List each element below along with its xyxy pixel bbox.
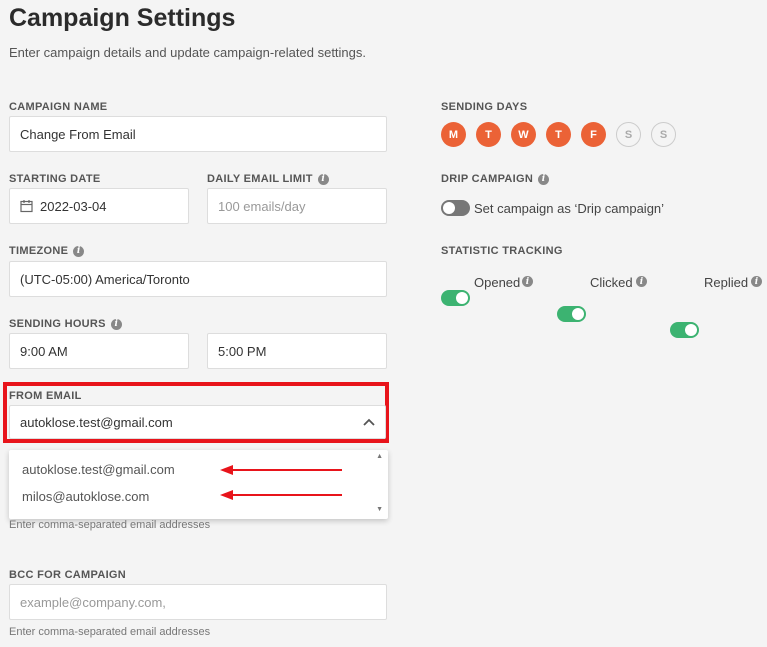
info-icon[interactable]: i — [317, 173, 329, 185]
day-friday[interactable]: F — [581, 122, 606, 147]
statistic-tracking-label: STATISTIC TRACKING — [441, 245, 563, 257]
sending-hours-end[interactable]: 5:00 PM — [207, 333, 387, 369]
arrow-icon — [220, 465, 342, 475]
bcc-hint: Enter comma-separated email addresses — [9, 626, 211, 638]
timezone-label: TIMEZONE i — [9, 245, 85, 257]
opened-toggle[interactable] — [441, 290, 470, 306]
bcc-label: BCC FOR CAMPAIGN — [9, 569, 127, 581]
bcc-input[interactable]: example@company.com, — [9, 584, 387, 620]
info-icon[interactable]: i — [73, 245, 85, 257]
cc-hint: Enter comma-separated email addresses — [9, 519, 211, 531]
clicked-toggle[interactable] — [557, 306, 586, 322]
campaign-name-label: CAMPAIGN NAME — [9, 101, 108, 113]
arrow-icon — [220, 490, 342, 500]
starting-date-label: STARTING DATE — [9, 173, 101, 185]
info-icon[interactable]: i — [522, 276, 533, 287]
daily-limit-label: DAILY EMAIL LIMIT i — [207, 173, 329, 185]
day-sunday[interactable]: S — [651, 122, 676, 147]
replied-label: Replied — [704, 275, 749, 290]
dropdown-option[interactable]: autoklose.test@gmail.com — [22, 462, 175, 477]
sending-hours-label: SENDING HOURS i — [9, 318, 122, 330]
info-icon[interactable]: i — [751, 276, 762, 287]
day-saturday[interactable]: S — [616, 122, 641, 147]
campaign-name-input[interactable]: Change From Email — [9, 116, 387, 152]
drip-campaign-label: DRIP CAMPAIGN i — [441, 173, 550, 185]
page-title: Campaign Settings — [9, 4, 236, 32]
sending-hours-start[interactable]: 9:00 AM — [9, 333, 189, 369]
dropdown-option[interactable]: milos@autoklose.com — [22, 489, 149, 504]
timezone-select[interactable]: (UTC-05:00) America/Toronto — [9, 261, 387, 297]
arrow-annotations — [220, 465, 342, 500]
replied-toggle[interactable] — [670, 322, 699, 338]
calendar-icon — [20, 200, 33, 213]
from-email-dropdown: autoklose.test@gmail.com milos@autoklose… — [9, 450, 388, 519]
starting-date-input[interactable]: 2022-03-04 — [9, 188, 189, 224]
chevron-up-icon[interactable] — [363, 418, 375, 426]
from-email-label: FROM EMAIL — [9, 390, 82, 402]
info-icon[interactable]: i — [538, 173, 550, 185]
opened-label: Opened — [474, 275, 521, 290]
clicked-label: Clicked — [590, 275, 633, 290]
day-wednesday[interactable]: W — [511, 122, 536, 147]
scroll-up-icon[interactable]: ▲ — [376, 453, 383, 460]
daily-limit-input[interactable]: 100 emails/day — [207, 188, 387, 224]
info-icon[interactable]: i — [110, 318, 122, 330]
day-tuesday[interactable]: T — [476, 122, 501, 147]
from-email-select[interactable]: autoklose.test@gmail.com — [9, 405, 386, 439]
info-icon[interactable]: i — [636, 276, 647, 287]
day-monday[interactable]: M — [441, 122, 466, 147]
page-subtitle: Enter campaign details and update campai… — [9, 45, 366, 60]
sending-days-label: SENDING DAYS — [441, 101, 528, 113]
scroll-down-icon[interactable]: ▼ — [376, 506, 383, 513]
day-thursday[interactable]: T — [546, 122, 571, 147]
drip-campaign-toggle-label: Set campaign as ‘Drip campaign’ — [474, 201, 665, 216]
drip-campaign-toggle[interactable] — [441, 200, 470, 216]
